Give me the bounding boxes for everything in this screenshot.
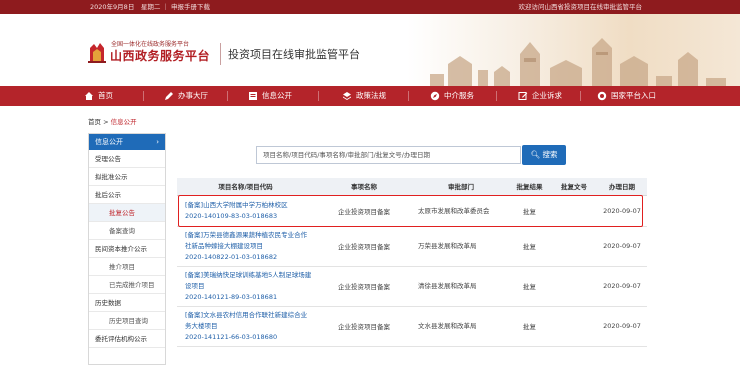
col-header: 项目名称/项目代码 xyxy=(177,178,314,196)
result-cell: 批复 xyxy=(508,306,551,347)
project-cell[interactable]: [备案]美瑞纳快足球训练基地5人制足球场建设项目 2020-140121-89-… xyxy=(177,266,314,307)
welcome-text: 欢迎访问山西省投资项目在线审批监管平台 xyxy=(518,3,643,11)
nav-divider xyxy=(143,91,144,101)
compass-icon xyxy=(430,91,440,101)
breadcrumb-home[interactable]: 首页 xyxy=(88,118,101,126)
nav-divider xyxy=(496,91,497,101)
col-header: 审批部门 xyxy=(414,178,508,196)
project-cell[interactable]: [备案]万荣县德鑫源果蔬种植农民专业合作社新品种嫁接大棚建设项目 2020-14… xyxy=(177,226,314,267)
document-icon xyxy=(249,92,257,100)
date-cell: 2020-09-07 xyxy=(597,226,647,267)
sidebar-header-label: 信息公开 xyxy=(95,138,123,146)
layers-icon xyxy=(343,92,351,100)
project-code[interactable]: 2020-140822-01-03-018682 xyxy=(185,252,312,263)
project-code[interactable]: 2020-140121-89-03-018681 xyxy=(185,292,312,303)
nav-label: 信息公开 xyxy=(262,91,292,100)
project-name-link[interactable]: [备案]美瑞纳快足球训练基地5人制足球场建设项目 xyxy=(185,270,312,292)
globe-icon xyxy=(597,91,607,101)
col-header: 批复结果 xyxy=(508,178,551,196)
sidebar: 信息公开 › 受理公告 拟批准公示 批后公示 批复公告 备案查询 民间资本推介公… xyxy=(88,133,166,365)
top-bar: 2020年9月8日 星期二 ｜ 申报手册下载 欢迎访问山西省投资项目在线审批监管… xyxy=(0,0,740,14)
header-divider xyxy=(220,43,221,65)
nav-label: 办事大厅 xyxy=(178,91,208,100)
dept-cell: 万荣县发展和改革局 xyxy=(414,226,508,267)
platform-subtitle: 投资项目在线审批监管平台 xyxy=(228,48,360,61)
date-and-manual-link[interactable]: 2020年9月8日 星期二 ｜ 申报手册下载 xyxy=(90,0,210,14)
nav-label: 政策法规 xyxy=(356,91,386,100)
matter-cell: 企业投资项目备案 xyxy=(314,226,414,267)
nav-divider xyxy=(408,91,409,101)
sidebar-item-evaluation-agency[interactable]: 委托评估机构公示 xyxy=(89,330,165,348)
sidebar-item-history-data[interactable]: 历史数据 xyxy=(89,294,165,312)
sidebar-item-private-capital[interactable]: 民间资本推介公示 xyxy=(89,240,165,258)
sidebar-item-post-approval[interactable]: 批后公示 xyxy=(89,186,165,204)
doc-no-cell xyxy=(551,226,597,267)
search-button[interactable]: 🔍︎ 搜索 xyxy=(522,145,566,165)
table-row[interactable]: [备案]美瑞纳快足球训练基地5人制足球场建设项目 2020-140121-89-… xyxy=(177,266,647,307)
nav-policy[interactable]: 政策法规 xyxy=(342,86,386,106)
nav-label: 国家平台入口 xyxy=(611,91,656,100)
nav-label: 首页 xyxy=(98,91,113,100)
dept-cell: 清徐县发展和改革局 xyxy=(414,266,508,307)
search-input[interactable]: 项目名称/项目代码/事项名称/审批部门/批复文号/办理日期 xyxy=(256,146,521,164)
col-header: 批复文号 xyxy=(551,178,597,196)
date-cell: 2020-09-07 xyxy=(597,266,647,307)
project-name-link[interactable]: [备案]文水县农村信用合作联社新建综合业务大楼项目 xyxy=(185,310,312,332)
sidebar-item-history-query[interactable]: 历史项目查询 xyxy=(89,312,165,330)
sidebar-item-promoted-projects[interactable]: 推介项目 xyxy=(89,258,165,276)
sidebar-header[interactable]: 信息公开 › xyxy=(89,134,165,150)
nav-enterprise-appeal[interactable]: 企业诉求 xyxy=(518,86,562,106)
search-icon: 🔍︎ xyxy=(530,150,541,159)
shanxi-emblem-logo xyxy=(88,43,106,63)
project-name-link[interactable]: [备案]万荣县德鑫源果蔬种植农民专业合作社新品种嫁接大棚建设项目 xyxy=(185,230,312,252)
table-header-row: 项目名称/项目代码 事项名称 审批部门 批复结果 批复文号 办理日期 xyxy=(177,178,647,196)
home-icon xyxy=(85,92,93,100)
nav-service-hall[interactable]: 办事大厅 xyxy=(164,86,208,106)
search-button-label: 搜索 xyxy=(542,150,558,159)
edit-icon xyxy=(518,92,528,100)
chevron-right-icon: › xyxy=(156,138,159,146)
matter-cell: 企业投资项目备案 xyxy=(314,306,414,347)
nav-info-public[interactable]: 信息公开 xyxy=(248,86,292,106)
date-cell: 2020-09-07 xyxy=(597,306,647,347)
sidebar-item-acceptance[interactable]: 受理公告 xyxy=(89,150,165,168)
nav-divider xyxy=(318,91,319,101)
result-cell: 批复 xyxy=(508,226,551,267)
main-nav: 首页 办事大厅 信息公开 政策法规 中介服务 企业诉求 国家平台入口 xyxy=(0,86,740,106)
breadcrumb-current[interactable]: 信息公开 xyxy=(111,118,137,126)
result-cell: 批复 xyxy=(508,266,551,307)
nav-label: 企业诉求 xyxy=(532,91,562,100)
col-header: 事项名称 xyxy=(314,178,414,196)
project-code[interactable]: 2020-141121-66-03-018680 xyxy=(185,332,312,343)
project-cell[interactable]: [备案]文水县农村信用合作联社新建综合业务大楼项目 2020-141121-66… xyxy=(177,306,314,347)
nav-national-portal[interactable]: 国家平台入口 xyxy=(597,86,656,106)
pen-icon xyxy=(165,92,173,100)
col-header: 办理日期 xyxy=(597,178,647,196)
logo-title[interactable]: 山西政务服务平台 xyxy=(110,47,210,64)
table-row[interactable]: [备案]文水县农村信用合作联社新建综合业务大楼项目 2020-141121-66… xyxy=(177,306,647,347)
table-row[interactable]: [备案]万荣县德鑫源果蔬种植农民专业合作社新品种嫁接大棚建设项目 2020-14… xyxy=(177,226,647,267)
breadcrumb-separator: > xyxy=(103,118,109,126)
sidebar-item-pre-approval[interactable]: 拟批准公示 xyxy=(89,168,165,186)
breadcrumb: 首页 > 信息公开 xyxy=(88,116,137,126)
site-header: 全国一体化在线政务服务平台 山西政务服务平台 投资项目在线审批监管平台 xyxy=(0,14,740,100)
highlight-box xyxy=(178,195,643,227)
nav-intermediary[interactable]: 中介服务 xyxy=(430,86,474,106)
nav-label: 中介服务 xyxy=(444,91,474,100)
nav-divider xyxy=(580,91,581,101)
matter-cell: 企业投资项目备案 xyxy=(314,266,414,307)
nav-home[interactable]: 首页 xyxy=(84,86,113,106)
doc-no-cell xyxy=(551,266,597,307)
sidebar-item-approval-notice[interactable]: 批复公告 xyxy=(89,204,165,222)
sidebar-item-filing-query[interactable]: 备案查询 xyxy=(89,222,165,240)
sidebar-item-completed-promotion[interactable]: 已完成推介项目 xyxy=(89,276,165,294)
dept-cell: 文水县发展和改革局 xyxy=(414,306,508,347)
doc-no-cell xyxy=(551,306,597,347)
nav-divider xyxy=(227,91,228,101)
